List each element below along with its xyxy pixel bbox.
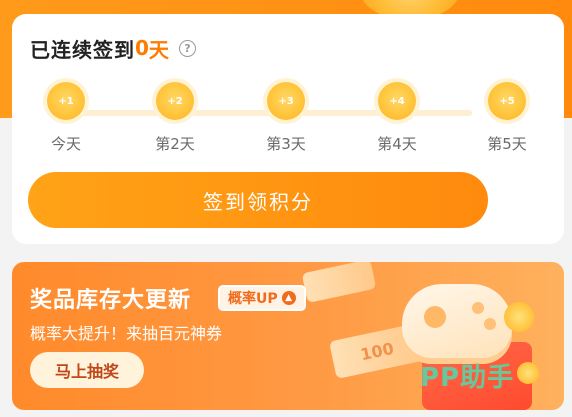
day-label: 今天: [50, 135, 81, 153]
day-label: 第4天: [377, 135, 417, 153]
checkin-title: 已连续签到 0 天 ?: [30, 34, 196, 62]
ticket-value: 100: [358, 338, 396, 364]
help-icon[interactable]: ?: [178, 39, 196, 57]
coin-icon: +2: [156, 82, 194, 120]
checkin-button[interactable]: 签到领积分: [28, 172, 488, 228]
day-label: 第5天: [487, 135, 527, 153]
coin-decoration: [504, 302, 534, 332]
checkin-title-prefix: 已连续签到: [30, 37, 135, 62]
gamepad-button: [484, 318, 496, 330]
checkin-days-unit: 天: [148, 37, 169, 62]
coin-icon: +3: [267, 82, 305, 120]
gamepad-button: [472, 302, 484, 314]
checkin-days-count: 0: [135, 36, 149, 60]
coin-icon: +5: [488, 82, 526, 120]
day-step-3: +3 第3天: [251, 82, 321, 154]
checkin-card: 已连续签到 0 天 ? +1 今天 +2 第2天 +3 第3天 +4 第4天 +…: [12, 14, 564, 244]
day-step-4: +4 第4天: [362, 82, 432, 154]
day-step-1: +1 今天: [31, 82, 101, 154]
coin-icon: +4: [378, 82, 416, 120]
up-arrow-icon: ▲: [281, 291, 296, 305]
watermark-logo: PP助手: [420, 363, 515, 393]
day-label: 第3天: [266, 135, 306, 153]
ticket-decoration: [301, 262, 377, 303]
gamepad-stick: [424, 306, 446, 328]
promo-title: 奖品库存大更新: [30, 288, 192, 313]
day-step-2: +2 第2天: [140, 82, 210, 154]
badge-label: 概率UP: [228, 291, 278, 307]
gamepad-icon: [402, 284, 512, 364]
day-step-5: +5 第5天: [472, 82, 542, 154]
coin-decoration: [517, 362, 539, 384]
promo-banner[interactable]: 100 奖品库存大更新 概率UP ▲ 概率大提升！来抽百元神券 马上抽奖 PP助…: [12, 262, 564, 410]
draw-now-button[interactable]: 马上抽奖: [30, 352, 144, 388]
day-label: 第2天: [155, 135, 195, 153]
probability-up-badge: 概率UP ▲: [218, 285, 306, 311]
coin-icon: +1: [47, 82, 85, 120]
promo-subtitle: 概率大提升！来抽百元神券: [30, 324, 223, 343]
